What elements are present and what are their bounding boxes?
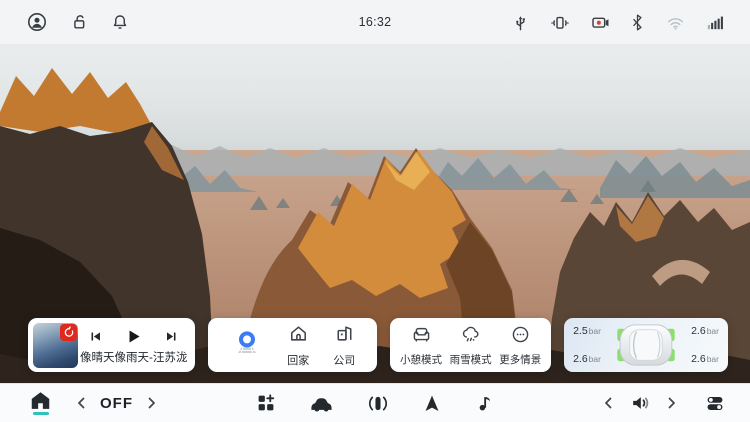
open-map-button[interactable] [230,326,264,365]
tire-pressure-widget[interactable]: 2.5bar 2.6bar [564,318,728,372]
album-art[interactable] [33,323,78,368]
netease-music-badge-icon [60,324,77,341]
map-pin-icon [230,326,264,365]
nap-mode-button[interactable]: 小憩模式 [400,323,442,367]
tire-pressure-rear-right: 2.6bar [691,353,719,365]
wifi-icon [665,12,686,33]
volume-control [602,393,678,413]
quick-controls-button[interactable] [704,393,726,414]
signal-bars-icon [705,12,726,33]
rain-snow-mode-button[interactable]: 雨雪模式 [450,323,492,367]
navigate-home-button[interactable]: 回家 [287,322,310,368]
home-icon [30,391,51,410]
status-bar: 16:32 [0,0,750,44]
navigation-widget: 回家 公司 [208,318,377,372]
next-track-button[interactable] [164,329,179,344]
scene-modes-widget: 小憩模式 雨雪模式 [390,318,551,372]
dock: OFF [0,384,750,422]
active-tab-indicator [33,412,49,415]
phone-signal-icon [549,12,570,33]
widget-row: 像晴天像雨天-汪苏泷 [28,318,728,372]
apps-button[interactable] [256,393,276,413]
vehicle-settings-button[interactable] [309,393,334,413]
climate-up-chevron-icon[interactable] [146,396,158,410]
volume-icon[interactable] [629,393,651,413]
car-icon [309,393,334,413]
surround-view-button[interactable] [367,393,389,414]
clock: 16:32 [359,15,392,29]
tire-pressure-rear-left: 2.6bar [573,353,601,365]
company-building-icon [333,322,356,350]
rain-cloud-icon [459,323,482,351]
more-scenes-button[interactable]: 更多情景 [499,323,541,367]
previous-track-button[interactable] [88,329,103,344]
usb-icon [511,13,530,32]
more-dots-icon [509,323,532,351]
notifications-icon[interactable] [110,12,130,32]
music-app-button[interactable] [475,393,494,413]
climate-down-chevron-icon[interactable] [75,396,87,410]
bluetooth-icon [629,14,646,31]
tire-pressure-front-left: 2.5bar [573,325,601,337]
volume-down-chevron-icon[interactable] [602,396,614,410]
more-scenes-label: 更多情景 [499,352,541,367]
surround-view-icon [367,393,389,414]
now-playing-title: 像晴天像雨天-汪苏泷 [80,349,187,365]
home-label: 回家 [287,352,309,368]
navigation-app-button[interactable] [422,393,442,414]
rain-snow-mode-label: 雨雪模式 [450,352,492,367]
climate-value[interactable]: OFF [100,395,133,412]
music-icon [475,393,494,413]
music-widget[interactable]: 像晴天像雨天-汪苏泷 [28,318,195,372]
apps-icon [256,393,276,413]
recorder-icon [589,12,610,33]
navigate-company-button[interactable]: 公司 [333,322,356,368]
volume-up-chevron-icon[interactable] [666,396,678,410]
navigation-icon [422,393,442,414]
profile-icon[interactable] [26,11,48,33]
play-button[interactable] [125,328,142,345]
unlock-icon[interactable] [69,12,89,32]
company-label: 公司 [333,352,355,368]
nap-mode-label: 小憩模式 [400,352,442,367]
tire-pressure-front-right: 2.6bar [691,325,719,337]
car-infotainment-screen: 16:32 [0,0,750,422]
home-button[interactable] [30,391,51,415]
climate-control: OFF [75,395,158,412]
car-top-view-icon [615,323,677,367]
sofa-icon [410,323,433,351]
quick-controls-icon [704,393,726,414]
home-destination-icon [287,322,310,350]
